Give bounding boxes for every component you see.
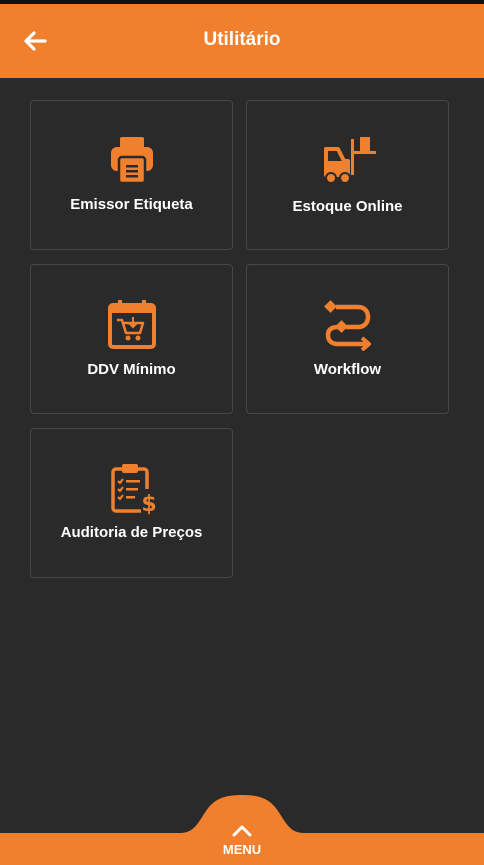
tile-emissor-etiqueta[interactable]: Emissor Etiqueta xyxy=(30,100,233,250)
menu-label: MENU xyxy=(222,842,262,857)
tile-ddv-minimo[interactable]: DDV Mínimo xyxy=(30,264,233,414)
menu-button[interactable]: MENU xyxy=(180,795,304,865)
tile-estoque-online[interactable]: Estoque Online xyxy=(246,100,449,250)
calendar-cart-icon xyxy=(107,300,156,349)
chevron-up-icon xyxy=(232,825,252,837)
tile-label: Emissor Etiqueta xyxy=(70,196,193,213)
tile-label: DDV Mínimo xyxy=(87,361,176,378)
workflow-route-icon xyxy=(323,300,371,351)
printer-icon xyxy=(110,137,153,185)
tile-label: Estoque Online xyxy=(292,198,403,215)
tile-auditoria-de-precos[interactable]: $ Auditoria de Preços xyxy=(30,428,233,578)
app-header: Utilitário xyxy=(0,4,484,78)
svg-text:$: $ xyxy=(141,492,156,517)
tile-workflow[interactable]: Workflow xyxy=(246,264,449,414)
tile-label: Workflow xyxy=(313,361,382,378)
forklift-icon xyxy=(323,137,376,184)
clipboard-price-icon: $ xyxy=(110,464,157,517)
page-title: Utilitário xyxy=(203,29,281,50)
tile-label: Auditoria de Preços xyxy=(60,524,203,541)
